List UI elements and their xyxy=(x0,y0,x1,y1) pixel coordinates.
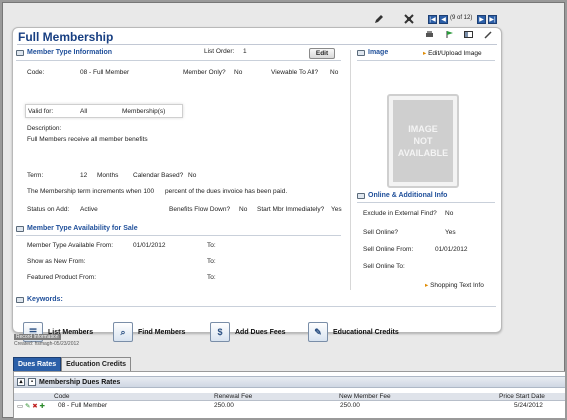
status-add-value: Active xyxy=(80,206,98,213)
term-note-a: The Membership term increments when 100 xyxy=(27,188,155,195)
first-record-button[interactable]: |◀ xyxy=(428,15,437,24)
code-value: 08 - Full Member xyxy=(80,69,130,76)
valid-for-unit: Membership(s) xyxy=(122,108,166,115)
shopping-text-link[interactable]: ▸ Shopping Text Info xyxy=(425,281,484,289)
edit-row-icon[interactable]: ✎ xyxy=(25,403,30,410)
dues-panel-header: ▴ ▪ Membership Dues Rates xyxy=(14,376,565,388)
list-order-value: 1 xyxy=(243,48,247,55)
show-new-to-label: To: xyxy=(207,258,216,265)
grid-icon[interactable]: ▪ xyxy=(28,378,36,386)
list-order-label: List Order: xyxy=(204,48,235,55)
valid-for-label: Valid for: xyxy=(28,108,54,115)
tab-education-credits[interactable]: Education Credits xyxy=(61,357,132,371)
image-placeholder[interactable]: IMAGE NOT AVAILABLE xyxy=(387,94,459,188)
description-label: Description: xyxy=(27,125,62,132)
benefits-label: Benefits Flow Down? xyxy=(169,206,231,213)
view-icon[interactable]: ▭ xyxy=(17,403,23,410)
exclude-value: No xyxy=(445,210,454,217)
member-only-value: No xyxy=(234,69,243,76)
arrow-icon: ▸ xyxy=(425,282,429,289)
benefits-value: No xyxy=(239,206,248,213)
title-divider xyxy=(17,44,497,45)
sell-online-label: Sell Online? xyxy=(363,229,399,236)
edit-button[interactable]: Edit xyxy=(309,48,335,59)
record-info-bar: Record Information xyxy=(12,334,502,341)
record-pager: (9 of 12) xyxy=(450,15,473,21)
column-new-member-fee[interactable]: New Member Fee xyxy=(339,393,391,400)
prev-record-button[interactable]: ◀ xyxy=(439,15,448,24)
member-info-heading: Member Type Information xyxy=(16,49,112,56)
delete-icon[interactable]: ✖ xyxy=(32,403,37,410)
membership-card: Full Membership Member Type Information … xyxy=(12,27,502,342)
detail-tabs: Dues Rates Education Credits xyxy=(13,357,132,371)
window-icon[interactable] xyxy=(464,30,473,39)
term-note-b: percent of the dues invoice has been pai… xyxy=(165,188,288,195)
term-label: Term: xyxy=(27,172,44,179)
column-renewal-fee[interactable]: Renewal Fee xyxy=(214,393,252,400)
row-new-member-fee: 250.00 xyxy=(340,402,360,409)
sell-to-label: Sell Online To: xyxy=(363,263,405,270)
section-icon xyxy=(16,296,24,303)
featured-label: Featured Product From: xyxy=(27,274,96,281)
term-value: 12 xyxy=(80,172,88,179)
created-info: Created: hsmagh-05/23/2012 xyxy=(14,341,80,347)
status-add-label: Status on Add: xyxy=(27,206,70,213)
start-mbr-value: Yes xyxy=(331,206,342,213)
wrench-icon[interactable] xyxy=(484,30,493,39)
dues-grid-header: Code Renewal Fee New Member Fee Price St… xyxy=(14,393,565,401)
online-info-heading: Online & Additional Info xyxy=(357,192,447,199)
viewable-value: No xyxy=(330,69,339,76)
available-from-value: 01/01/2012 xyxy=(133,242,166,249)
sell-from-value: 01/01/2012 xyxy=(435,246,468,253)
sell-online-value: Yes xyxy=(445,229,456,236)
description-value: Full Members receive all member benefits xyxy=(27,136,148,143)
row-actions: ▭ ✎ ✖ ✚ xyxy=(17,402,45,410)
row-price-start-date: 5/24/2012 xyxy=(514,402,543,409)
available-to-label: To: xyxy=(207,242,216,249)
table-row[interactable]: ▭ ✎ ✖ ✚ 08 - Full Member 250.00 250.00 5… xyxy=(14,401,565,411)
section-icon xyxy=(16,49,24,56)
column-divider xyxy=(350,50,351,290)
collapse-icon[interactable]: ▴ xyxy=(17,378,25,386)
member-only-label: Member Only? xyxy=(183,69,226,76)
print-icon[interactable] xyxy=(425,30,434,39)
show-new-label: Show as New From: xyxy=(27,258,86,265)
section-icon xyxy=(357,49,365,56)
last-record-button[interactable]: ▶| xyxy=(488,15,497,24)
record-info-header: Record Information xyxy=(14,334,61,340)
valid-for-value: All xyxy=(80,108,88,115)
column-price-start-date[interactable]: Price Start Date xyxy=(499,393,545,400)
page-title: Full Membership xyxy=(18,30,114,44)
term-unit: Months xyxy=(97,172,119,179)
featured-to-label: To: xyxy=(207,274,216,281)
available-from-label: Member Type Available From: xyxy=(27,242,114,249)
add-icon[interactable]: ✚ xyxy=(40,403,45,410)
tools-icon[interactable] xyxy=(403,13,415,25)
calendar-value: No xyxy=(188,172,197,179)
row-code: 08 - Full Member xyxy=(58,402,108,409)
flag-icon[interactable] xyxy=(445,30,454,39)
tab-dues-rates[interactable]: Dues Rates xyxy=(13,357,62,371)
availability-heading: Member Type Availability for Sale xyxy=(16,225,138,232)
next-record-button[interactable]: ▶ xyxy=(477,15,486,24)
image-heading: Image xyxy=(357,49,388,56)
code-label: Code: xyxy=(27,69,45,76)
section-icon xyxy=(357,192,365,199)
calendar-label: Calendar Based? xyxy=(133,172,184,179)
keywords-heading: Keywords: xyxy=(16,296,63,303)
exclude-label: Exclude in External Find? xyxy=(363,210,437,217)
dues-rates-panel: ▴ ▪ Membership Dues Rates Code Renewal F… xyxy=(13,371,566,419)
app-window: |◀ ◀ (9 of 12) ▶ ▶| Full Membership Memb… xyxy=(2,2,566,419)
arrow-icon: ▸ xyxy=(423,50,427,57)
edit-upload-image-link[interactable]: ▸ Edit/Upload Image xyxy=(423,49,482,57)
pencil-icon[interactable] xyxy=(373,13,385,25)
viewable-label: Viewable To All? xyxy=(271,69,319,76)
row-renewal-fee: 250.00 xyxy=(214,402,234,409)
column-code[interactable]: Code xyxy=(54,393,70,400)
sell-from-label: Sell Online From: xyxy=(363,246,414,253)
section-icon xyxy=(16,225,24,232)
start-mbr-label: Start Mbr Immediately? xyxy=(257,206,325,213)
